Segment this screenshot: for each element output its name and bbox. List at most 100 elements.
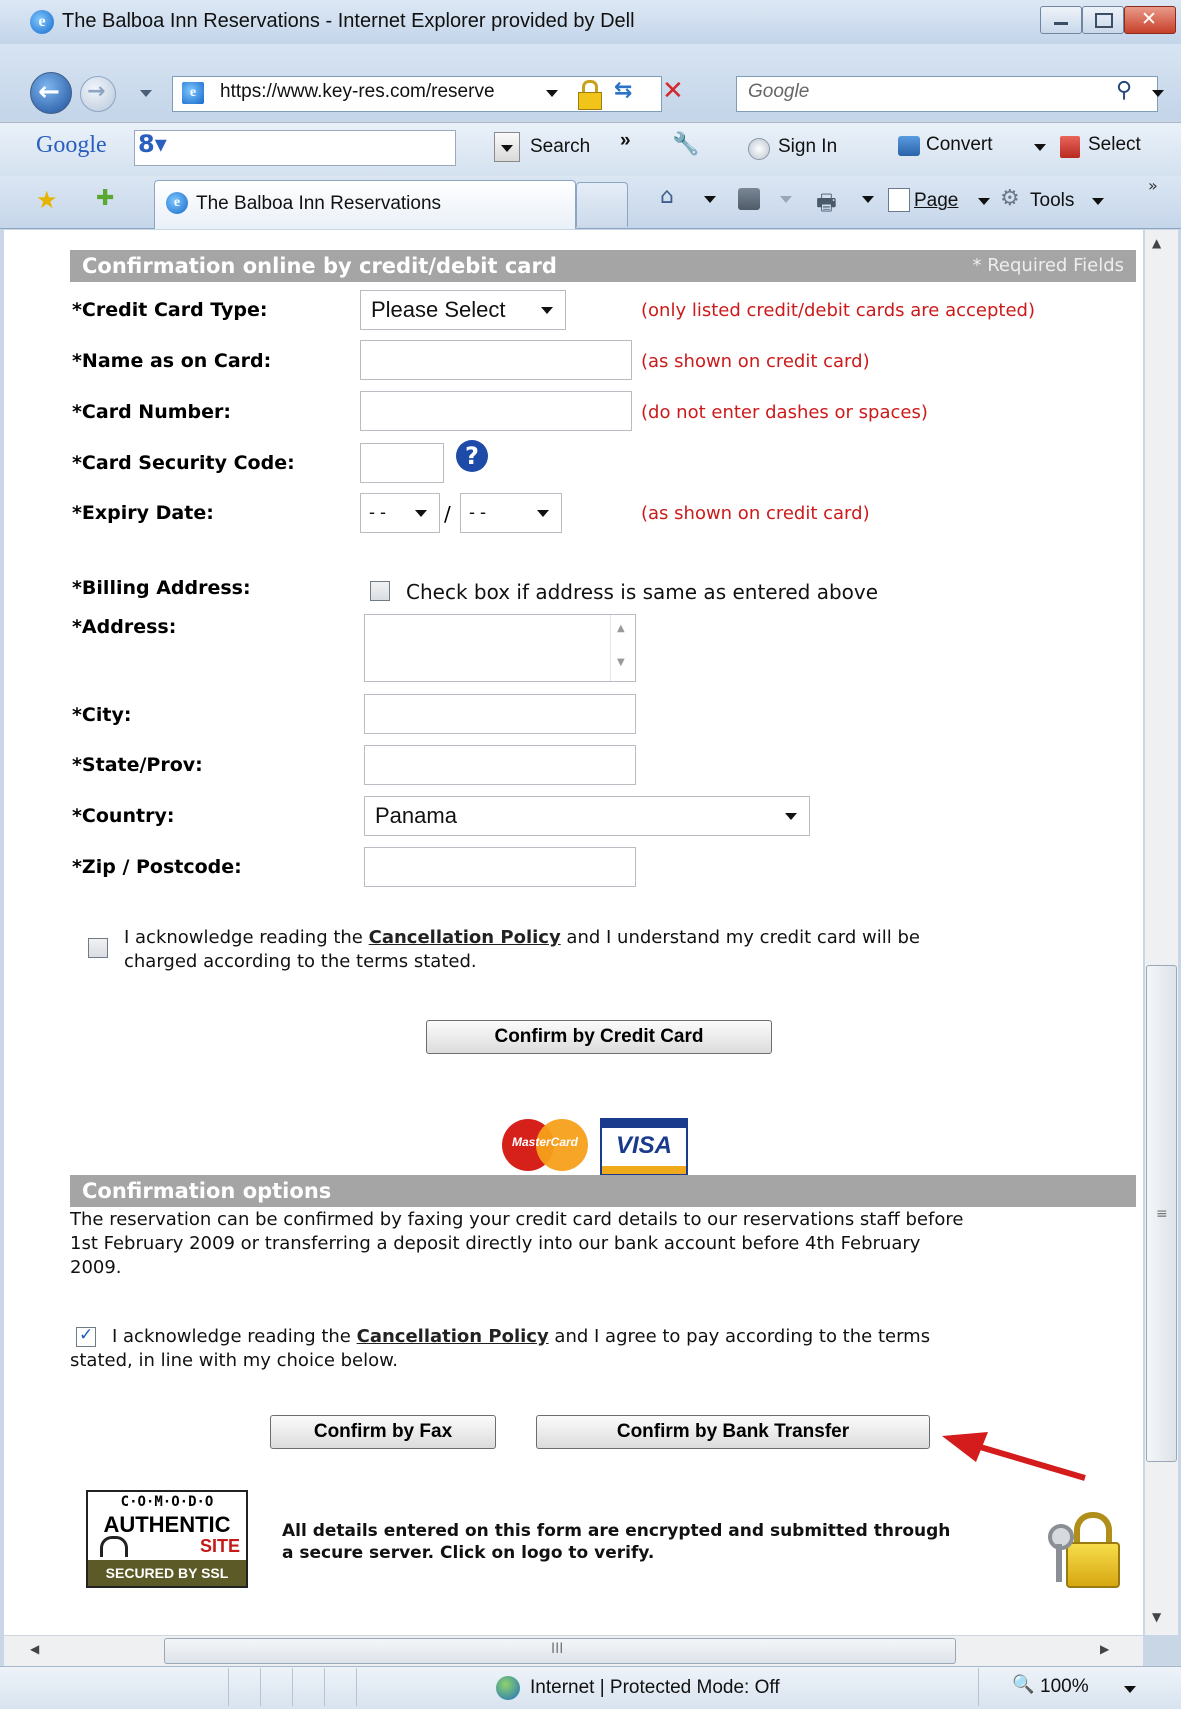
cc-acknowledge-checkbox[interactable] — [88, 938, 108, 958]
select-button[interactable]: Select — [1088, 134, 1141, 156]
cc-cancellation-policy-link[interactable]: Cancellation Policy — [369, 927, 561, 948]
address-dropdown-icon[interactable] — [546, 90, 558, 97]
zip-input[interactable] — [364, 847, 636, 887]
confirm-credit-card-button[interactable]: Confirm by Credit Card — [426, 1020, 772, 1054]
horizontal-scroll-thumb[interactable]: III — [164, 1638, 956, 1664]
home-dropdown-icon[interactable] — [704, 196, 716, 203]
search-placeholder: Google — [748, 81, 810, 102]
card-type-label: *Credit Card Type: — [72, 299, 268, 321]
sign-in-icon — [748, 138, 770, 160]
opt-ack-line2: stated, in line with my choice below. — [70, 1350, 398, 1371]
page-dropdown-icon[interactable] — [978, 198, 990, 205]
security-code-input[interactable] — [360, 443, 444, 483]
convert-dropdown-icon[interactable] — [1034, 144, 1046, 151]
card-name-input[interactable] — [360, 340, 632, 380]
maximize-button[interactable] — [1082, 6, 1124, 34]
comodo-line3: SITE — [199, 1536, 240, 1556]
new-tab-button[interactable] — [576, 182, 628, 227]
help-icon[interactable]: ? — [456, 440, 488, 472]
internet-globe-icon — [496, 1676, 520, 1700]
google-logo[interactable]: Google — [36, 132, 107, 159]
visa-logo: VISA — [600, 1118, 688, 1176]
lock-icon[interactable] — [578, 80, 602, 110]
textarea-scrollbar[interactable]: ▲ ▼ — [610, 615, 635, 681]
expiry-year-select[interactable]: - - — [460, 493, 562, 533]
scroll-right-icon[interactable]: ▶ — [1100, 1642, 1109, 1656]
chevron-down-icon — [537, 510, 549, 517]
country-select[interactable]: Panama — [364, 796, 810, 836]
confirm-fax-button[interactable]: Confirm by Fax — [270, 1415, 496, 1449]
options-line2: 1st February 2009 or transferring a depo… — [70, 1233, 921, 1254]
same-address-text: Check box if address is same as entered … — [406, 580, 879, 604]
tools-dropdown-icon[interactable] — [1092, 198, 1104, 205]
opt-ack-pre: I acknowledge reading the — [112, 1326, 351, 1347]
tools-gear-icon: ⚙ — [1000, 186, 1020, 211]
zoom-level[interactable]: 100% — [1040, 1676, 1089, 1698]
feeds-icon[interactable] — [738, 188, 760, 210]
state-input[interactable] — [364, 745, 636, 785]
history-dropdown-icon[interactable] — [140, 90, 152, 97]
search-options-icon[interactable] — [1152, 90, 1164, 97]
tools-menu[interactable]: Tools — [1030, 190, 1074, 212]
google-search-input[interactable] — [134, 130, 456, 166]
google-g-icon[interactable]: 8▾ — [138, 130, 167, 158]
convert-button[interactable]: Convert — [926, 134, 993, 156]
google-dropdown-button[interactable] — [494, 132, 520, 162]
search-icon[interactable]: ⚲ — [1116, 78, 1132, 103]
card-number-input[interactable] — [360, 391, 632, 431]
red-arrow-icon — [942, 1432, 1086, 1481]
back-button[interactable]: ← — [30, 72, 72, 114]
google-search-button[interactable]: Search — [530, 136, 590, 158]
comodo-ssl-seal[interactable]: C·O·M·O·D·O AUTHENTIC SITE SECURED BY SS… — [86, 1490, 248, 1588]
toolbar-overflow-icon[interactable]: » — [1148, 176, 1158, 195]
more-chevron-icon[interactable]: » — [620, 130, 631, 152]
options-line3: 2009. — [70, 1257, 122, 1278]
chevron-down-icon — [785, 813, 797, 820]
page-menu[interactable]: Page — [914, 190, 958, 212]
feeds-dropdown-icon[interactable] — [780, 196, 792, 203]
zoom-dropdown-icon[interactable] — [1124, 1686, 1136, 1693]
scroll-down-icon[interactable]: ▼ — [1152, 1610, 1161, 1624]
security-code-label: *Card Security Code: — [72, 452, 295, 474]
expiry-month-select[interactable]: - - — [360, 493, 440, 533]
select-icon — [1060, 136, 1080, 158]
scroll-left-icon[interactable]: ◀ — [30, 1642, 39, 1656]
card-type-value: Please Select — [371, 297, 506, 322]
minimize-button[interactable] — [1040, 6, 1082, 34]
options-section-header: Confirmation options — [70, 1175, 1136, 1207]
expiry-year-value: - - — [469, 502, 486, 522]
mastercard-text: MasterCard — [511, 1135, 579, 1149]
tab-title: The Balboa Inn Reservations — [196, 193, 442, 214]
print-dropdown-icon[interactable] — [862, 196, 874, 203]
city-input[interactable] — [364, 694, 636, 734]
wrench-icon[interactable]: 🔧 — [672, 132, 699, 157]
sign-in-button[interactable]: Sign In — [778, 136, 837, 158]
cc-ack-line2: charged according to the terms stated. — [124, 951, 477, 972]
favorites-star-icon[interactable]: ★ — [36, 186, 58, 214]
add-favorites-icon[interactable]: ✚ — [96, 186, 114, 211]
zone-status[interactable]: Internet | Protected Mode: Off — [530, 1677, 780, 1699]
stop-icon[interactable]: ✕ — [662, 76, 684, 106]
home-icon[interactable]: ⌂ — [660, 184, 674, 209]
refresh-icon[interactable]: ⇆ — [614, 78, 632, 103]
same-address-checkbox[interactable] — [370, 581, 390, 601]
window-title: The Balboa Inn Reservations - Internet E… — [62, 10, 635, 32]
forward-button[interactable]: → — [80, 76, 116, 112]
address-textarea[interactable]: ▲ ▼ — [364, 614, 636, 682]
opt-ack-post: and I agree to pay according to the term… — [554, 1326, 931, 1347]
credit-section-header: Confirmation online by credit/debit card… — [70, 250, 1136, 282]
confirm-bank-transfer-button[interactable]: Confirm by Bank Transfer — [536, 1415, 930, 1449]
address-text: https://www.key-res.com/reserve — [220, 81, 495, 102]
cc-ack-post: and I understand my credit card will be — [566, 927, 920, 948]
opt-cancellation-policy-link[interactable]: Cancellation Policy — [357, 1326, 549, 1347]
chevron-down-icon — [541, 307, 553, 314]
address-label: *Address: — [72, 616, 177, 638]
card-number-hint: (do not enter dashes or spaces) — [641, 402, 928, 423]
page-icon: e — [182, 82, 204, 104]
card-type-select[interactable]: Please Select — [360, 290, 566, 330]
print-icon[interactable]: 🖶 — [816, 186, 837, 224]
vertical-scroll-thumb[interactable]: ≡ — [1146, 965, 1177, 1462]
options-acknowledge-text: I acknowledge reading the Cancellation P… — [70, 1325, 1140, 1373]
scroll-up-icon[interactable]: ▲ — [1152, 236, 1161, 250]
close-window-button[interactable]: ✕ — [1124, 6, 1176, 34]
